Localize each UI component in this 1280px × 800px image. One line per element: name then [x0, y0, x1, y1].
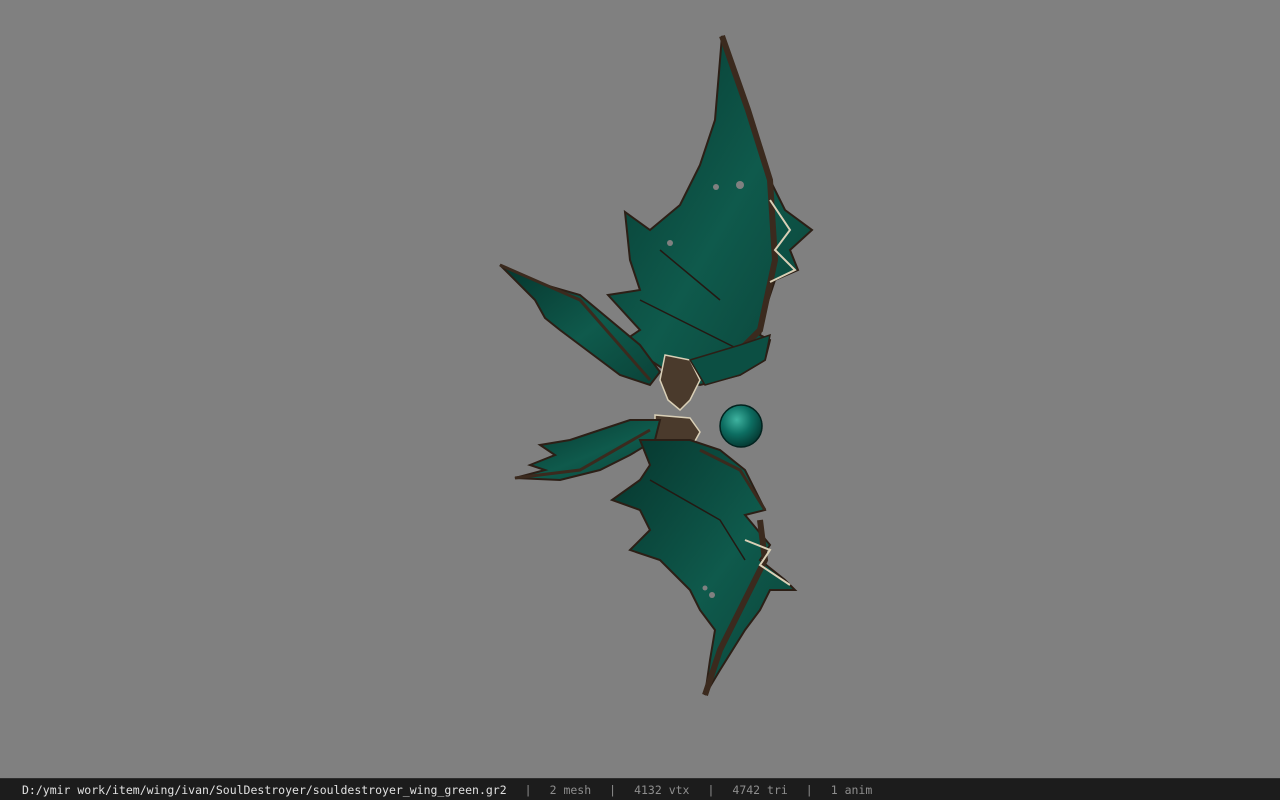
file-path: D:/ymir work/item/wing/ivan/SoulDestroye… [22, 782, 507, 797]
separator: | [609, 782, 617, 797]
vertex-count: 4132 vtx [634, 782, 690, 797]
anim-count: 1 anim [830, 782, 873, 797]
3d-viewport[interactable] [0, 0, 1280, 778]
orb [719, 404, 763, 448]
lower-small-wing [514, 419, 662, 482]
triangle-count: 4742 tri [732, 782, 788, 797]
upper-wing [606, 35, 814, 387]
separator: | [524, 782, 532, 797]
lower-wing [609, 439, 798, 696]
status-bar: D:/ymir work/item/wing/ivan/SoulDestroye… [0, 778, 1280, 800]
separator: | [805, 782, 813, 797]
mesh-count: 2 mesh [549, 782, 592, 797]
separator: | [707, 782, 715, 797]
model-render [499, 35, 814, 696]
